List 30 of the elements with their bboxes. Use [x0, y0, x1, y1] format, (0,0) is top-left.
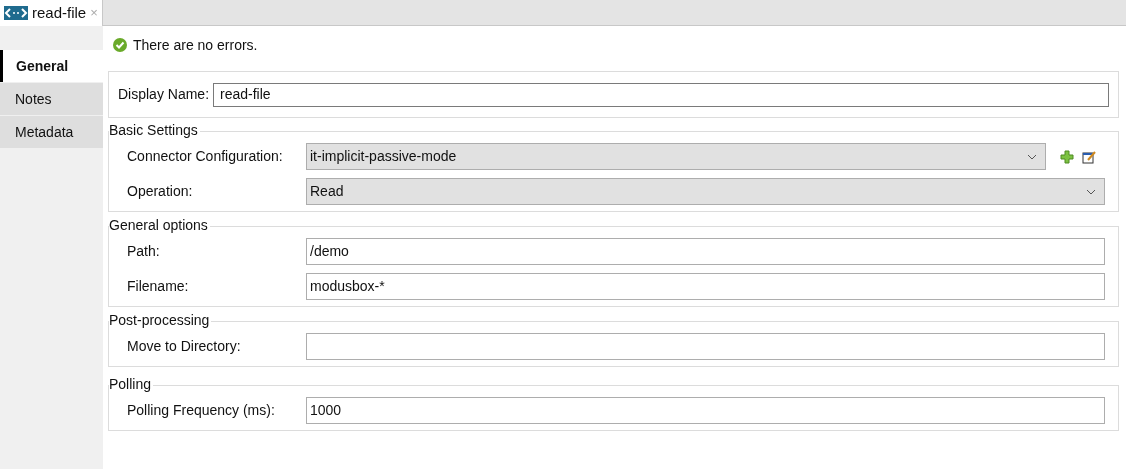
- editor-tab[interactable]: read-file ×: [0, 0, 103, 26]
- input-field[interactable]: /demo: [306, 238, 1105, 265]
- section-title: Post-processing: [109, 311, 212, 329]
- chevron-down-icon: [1027, 153, 1037, 160]
- side-tab[interactable]: Notes: [0, 83, 103, 115]
- connector-icon: [4, 6, 28, 20]
- dropdown[interactable]: it-implicit-passive-mode: [306, 143, 1046, 170]
- display-name-field[interactable]: read-file: [213, 82, 1109, 107]
- field-label: Move to Directory:: [127, 337, 242, 356]
- section-title: Polling: [109, 375, 154, 393]
- section-title: Basic Settings: [109, 121, 200, 139]
- field-label: Path:: [127, 242, 161, 261]
- field-label: Filename:: [127, 277, 190, 296]
- edit-icon[interactable]: [1082, 149, 1097, 164]
- add-icon[interactable]: [1060, 149, 1074, 164]
- field-label: Connector Configuration:: [127, 147, 284, 166]
- status-message: There are no errors.: [133, 35, 258, 55]
- field-label: Display Name:: [118, 85, 210, 104]
- side-tab[interactable]: Metadata: [0, 116, 103, 148]
- section-title: General options: [109, 216, 210, 234]
- input-field[interactable]: modusbox-*: [306, 273, 1105, 300]
- tab-title: read-file: [32, 2, 87, 23]
- success-icon: [113, 38, 127, 52]
- input-field[interactable]: [306, 333, 1105, 360]
- field-label: Polling Frequency (ms):: [127, 401, 276, 420]
- dropdown[interactable]: Read: [306, 178, 1105, 205]
- chevron-down-icon: [1086, 188, 1096, 195]
- side-tab[interactable]: General: [0, 50, 103, 82]
- input-field[interactable]: 1000: [306, 397, 1105, 424]
- field-label: Operation:: [127, 182, 194, 201]
